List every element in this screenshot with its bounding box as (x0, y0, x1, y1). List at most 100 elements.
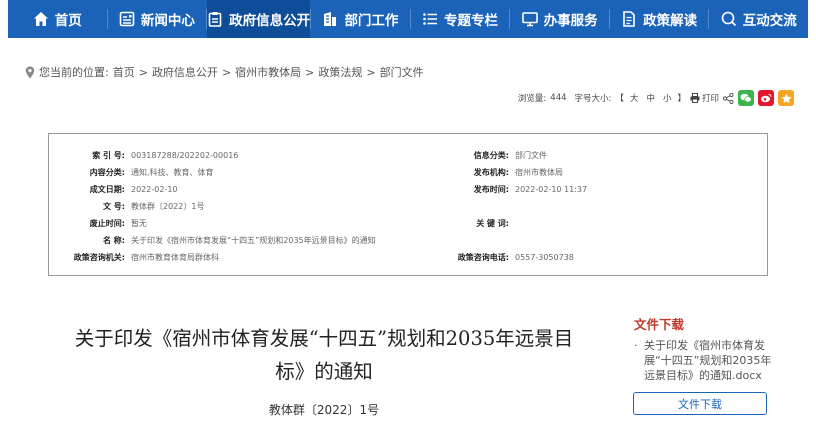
home-icon (33, 12, 48, 26)
fontsize-small-button[interactable]: 小 (661, 92, 674, 104)
chat-icon (721, 11, 736, 27)
article-title-line2: 标》的通知 (275, 360, 373, 383)
article-tools: 浏览量: 444 字号大小: 【 大 中 小 】 打印 (518, 90, 794, 106)
meta-content-label: 内容分类: (89, 168, 125, 177)
star-icon (780, 93, 792, 103)
breadcrumb-separator: > (305, 65, 315, 79)
meta-category-label: 信息分类: (473, 151, 509, 160)
meta-expiry-label: 废止时间: (89, 219, 125, 228)
weibo-share-button[interactable] (758, 90, 774, 106)
print-label: 打印 (701, 94, 719, 104)
nav-news-label: 新闻中心 (140, 13, 195, 29)
bracket-close: 】 (677, 94, 686, 104)
nav-topics-label: 专题专栏 (444, 13, 499, 29)
nav-services[interactable]: 办事服务 (510, 0, 609, 38)
fontsize-label: 字号大小: (574, 94, 612, 104)
meta-content-value: 通知,科技、教育、体育 (131, 168, 214, 177)
nav-home[interactable]: 首页 (8, 0, 107, 38)
meta-created-row: 成文日期: 2022-02-10 (69, 184, 178, 195)
nav-policy[interactable]: 政策解读 (610, 0, 709, 38)
location-pin-icon (25, 66, 35, 78)
meta-name-value: 关于印发《宿州市体育发展“十四五”规划和2035年远景目标》的通知 (131, 236, 376, 245)
clipboard-icon (208, 12, 222, 27)
weibo-icon (761, 93, 772, 103)
meta-published-label: 发布时间: (473, 185, 509, 194)
share-icon[interactable] (723, 92, 734, 104)
meta-phone-value: 0557-3050738 (515, 253, 574, 262)
main-nav: 首页 新闻中心 政府信息公开 部门工作 专题专栏 办事服务 政策解读 互动交流 (8, 0, 808, 38)
printer-icon (690, 93, 700, 103)
nav-policy-label: 政策解读 (643, 13, 698, 29)
news-icon (119, 11, 135, 27)
meta-created-label: 成文日期: (89, 185, 125, 194)
meta-phone-label: 政策咨询电话: (457, 253, 509, 262)
wechat-icon (740, 93, 752, 103)
breadcrumb-separator: > (221, 65, 232, 79)
breadcrumb: 您当前的位置: 首页 > 政府信息公开 > 宿州市教体局 > 政策法规 > 部门… (25, 64, 424, 80)
meta-docno-value: 教体群〔2022〕1号 (131, 202, 205, 211)
bracket-open: 【 (615, 94, 624, 104)
meta-publisher-value: 宿州市教体局 (515, 168, 563, 177)
nav-home-label: 首页 (54, 13, 82, 29)
nav-gov-info-label: 政府信息公开 (229, 13, 311, 29)
nav-services-label: 办事服务 (543, 13, 598, 29)
meta-name-row: 名 称: 关于印发《宿州市体育发展“十四五”规划和2035年远景目标》的通知 (69, 235, 376, 246)
meta-dept-label: 政策咨询机关: (73, 253, 125, 262)
print-button[interactable]: 打印 (690, 92, 719, 104)
article-title-line1: 关于印发《宿州市体育发展“十四五”规划和2035年远景目 (74, 327, 574, 350)
meta-published-value: 2022-02-10 11:37 (515, 185, 588, 194)
breadcrumb-policy[interactable]: 政策法规 (318, 64, 362, 80)
download-heading: 文件下载 (634, 317, 685, 332)
monitor-icon (521, 12, 538, 27)
meta-expiry-value: 暂无 (131, 219, 147, 228)
views-count: 444 (550, 93, 567, 103)
meta-index-label: 索 引 号: (92, 151, 125, 160)
meta-content-row: 内容分类: 通知,科技、教育、体育 (69, 167, 214, 178)
meta-name-label: 名 称: (103, 236, 125, 245)
wechat-share-button[interactable] (738, 90, 754, 106)
meta-index-value: 003187288/202202-00016 (131, 151, 239, 160)
breadcrumb-prefix: 您当前的位置: (39, 66, 109, 79)
views-label: 浏览量: (517, 94, 547, 104)
meta-category-value: 部门文件 (515, 151, 547, 160)
breadcrumb-separator: > (366, 65, 376, 79)
favorite-button[interactable] (778, 90, 794, 106)
meta-published-row: 发布时间: 2022-02-10 11:37 (453, 184, 587, 195)
breadcrumb-dept-docs[interactable]: 部门文件 (380, 64, 424, 80)
nav-topics[interactable]: 专题专栏 (411, 0, 510, 38)
download-button[interactable]: 文件下载 (633, 392, 767, 415)
meta-category-row: 信息分类: 部门文件 (453, 150, 547, 161)
nav-interact[interactable]: 互动交流 (709, 0, 808, 38)
meta-docno-label: 文 号: (103, 202, 125, 211)
breadcrumb-separator: > (138, 65, 148, 79)
meta-index-row: 索 引 号: 003187288/202202-00016 (69, 150, 238, 161)
meta-keywords-label: 关 键 词: (476, 219, 509, 228)
meta-keywords-row: 关 键 词: (453, 218, 515, 229)
building-icon (324, 12, 337, 26)
nav-news[interactable]: 新闻中心 (108, 0, 207, 38)
breadcrumb-bureau[interactable]: 宿州市教体局 (235, 64, 301, 80)
list-icon (423, 13, 438, 25)
fontsize-medium-button[interactable]: 中 (644, 92, 657, 104)
breadcrumb-home[interactable]: 首页 (113, 64, 135, 80)
breadcrumb-gov-info[interactable]: 政府信息公开 (152, 64, 218, 80)
nav-interact-label: 互动交流 (742, 13, 797, 29)
meta-docno-row: 文 号: 教体群〔2022〕1号 (69, 201, 204, 212)
document-icon (623, 11, 635, 27)
meta-created-value: 2022-02-10 (131, 185, 178, 194)
meta-phone-row: 政策咨询电话: 0557-3050738 (453, 252, 574, 263)
document-metadata-box: 索 引 号: 003187288/202202-00016 信息分类: 部门文件 内… (48, 133, 768, 276)
article-docno: 教体群〔2022〕1号 (268, 403, 380, 417)
meta-dept-value: 宿州市教育体育局群体科 (131, 253, 219, 262)
download-file-item[interactable]: · 关于印发《宿州市体育发展“十四五”规划和2035年远景目标》的通知.docx (634, 338, 774, 383)
bullet: · (634, 339, 638, 352)
meta-publisher-row: 发布机构: 宿州市教体局 (453, 167, 563, 178)
meta-expiry-row: 废止时间: 暂无 (69, 218, 147, 229)
meta-dept-row: 政策咨询机关: 宿州市教育体育局群体科 (69, 252, 219, 263)
nav-dept-work-label: 部门工作 (344, 13, 399, 29)
nav-dept-work[interactable]: 部门工作 (311, 0, 410, 38)
nav-gov-info[interactable]: 政府信息公开 (207, 0, 311, 38)
download-file-link[interactable]: 关于印发《宿州市体育发展“十四五”规划和2035年远景目标》的通知.docx (634, 338, 774, 383)
article-title: 关于印发《宿州市体育发展“十四五”规划和2035年远景目 标》的通知 (48, 322, 600, 388)
fontsize-large-button[interactable]: 大 (628, 92, 641, 104)
